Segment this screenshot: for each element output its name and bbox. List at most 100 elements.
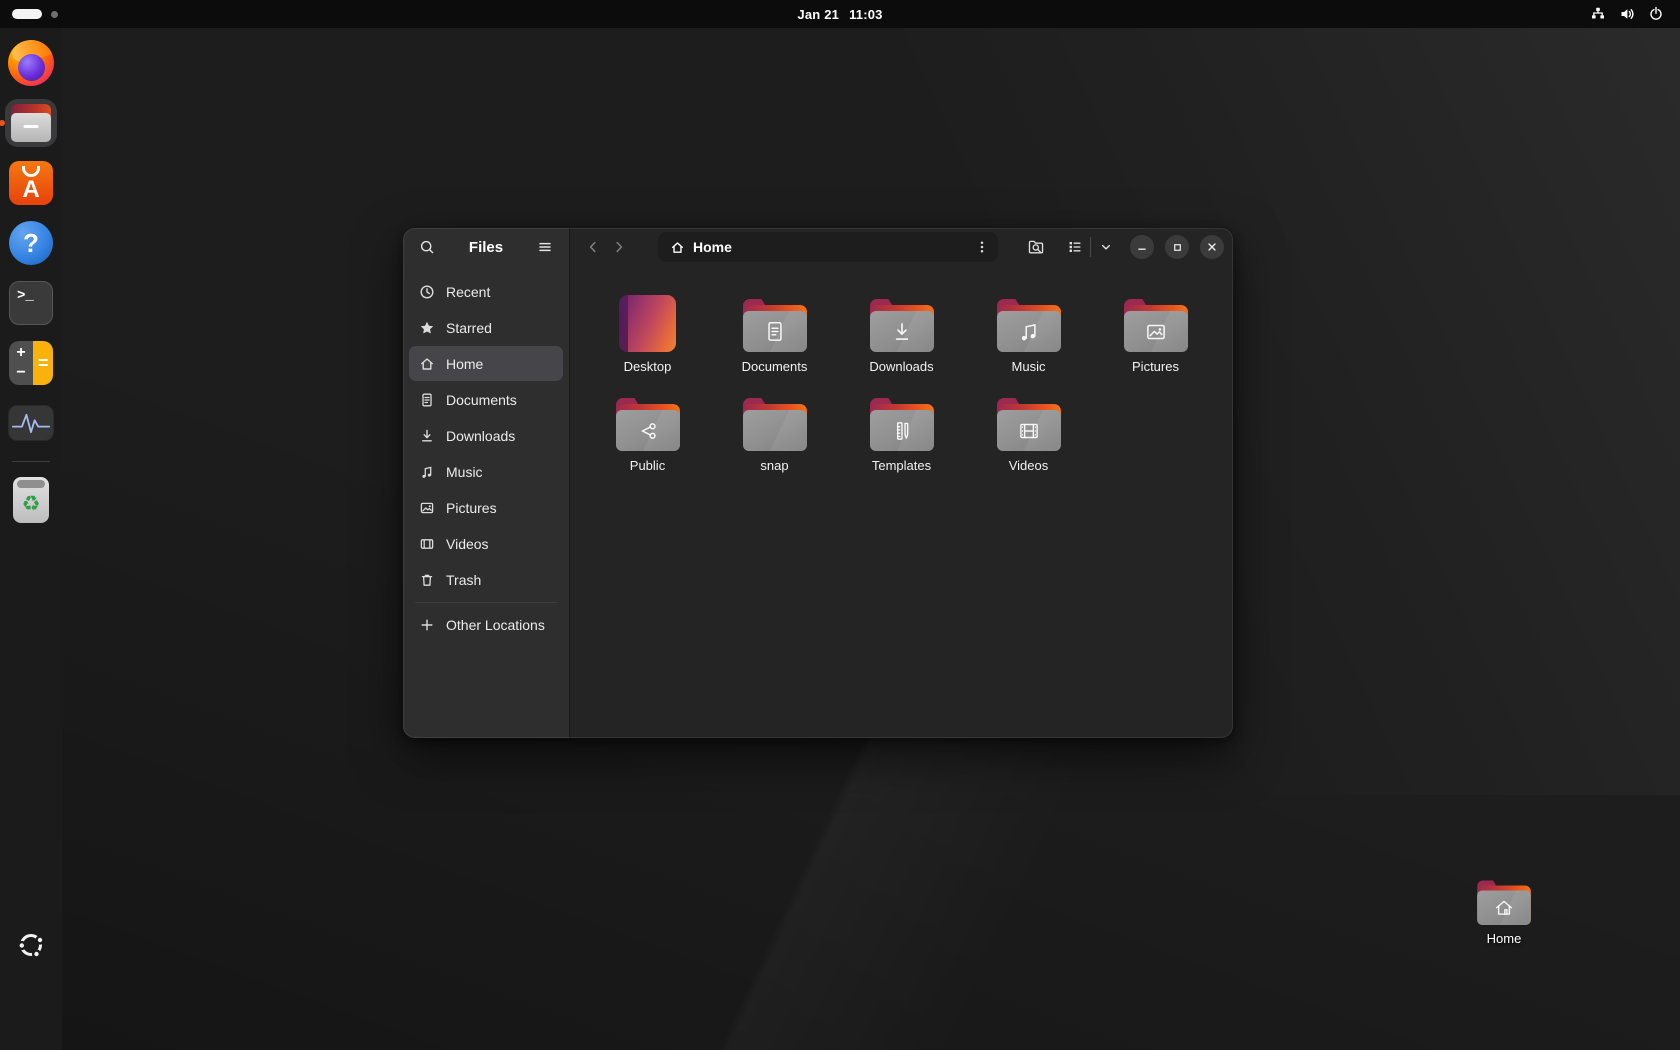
music-note-icon — [419, 464, 435, 480]
film-icon — [419, 536, 435, 552]
main-menu-button[interactable] — [533, 235, 557, 259]
sidebar-item-pictures[interactable]: Pictures — [409, 490, 563, 525]
sidebar-item-recent[interactable]: Recent — [409, 274, 563, 309]
dock-item-terminal[interactable]: >_ — [5, 279, 57, 327]
top-bar: Jan 21 11:03 — [0, 0, 1680, 28]
dock-item-firefox[interactable] — [5, 39, 57, 87]
dock-item-system-monitor[interactable] — [5, 399, 57, 447]
dock-item-trash[interactable]: ♻ — [5, 476, 57, 524]
folder-icon — [743, 398, 807, 451]
list-view-button[interactable] — [1062, 232, 1088, 262]
search-icon — [419, 239, 435, 255]
network-wired-icon — [1590, 6, 1606, 22]
chevron-down-icon — [1099, 240, 1113, 254]
forward-button[interactable] — [606, 234, 632, 260]
sidebar-item-downloads[interactable]: Downloads — [409, 418, 563, 453]
sidebar-item-documents[interactable]: Documents — [409, 382, 563, 417]
sidebar-item-music[interactable]: Music — [409, 454, 563, 489]
sidebar-item-videos[interactable]: Videos — [409, 526, 563, 561]
dock: A ? >_ +− = — [0, 28, 62, 1050]
path-label: Home — [693, 239, 732, 255]
star-icon — [419, 320, 435, 336]
folder-item-snap[interactable]: snap — [711, 395, 838, 480]
kebab-menu-icon — [974, 239, 990, 255]
desktop-shortcut-home[interactable]: Home — [1444, 872, 1564, 946]
workspace-indicator[interactable] — [12, 9, 58, 19]
folder-item-documents[interactable]: Documents — [711, 296, 838, 381]
plus-icon — [419, 617, 435, 633]
clock-time: 11:03 — [849, 7, 883, 22]
sidebar-item-other-locations[interactable]: Other Locations — [409, 607, 563, 642]
toolbar: Home — [570, 228, 1233, 266]
folder-item-templates[interactable]: Templates — [838, 395, 965, 480]
folder-item-music[interactable]: Music — [965, 296, 1092, 381]
search-folder-button[interactable] — [1020, 232, 1052, 262]
folder-item-pictures[interactable]: Pictures — [1092, 296, 1219, 381]
search-button[interactable] — [415, 235, 439, 259]
workspace-inactive-dot — [51, 11, 58, 18]
help-question-icon: ? — [9, 221, 53, 265]
maximize-button[interactable] — [1165, 235, 1189, 259]
dock-item-calculator[interactable]: +− = — [5, 339, 57, 387]
folder-item-desktop[interactable]: Desktop — [584, 296, 711, 381]
minimize-icon — [1135, 240, 1149, 254]
close-icon — [1205, 240, 1219, 254]
system-status-area[interactable] — [1590, 6, 1680, 22]
folder-item-downloads[interactable]: Downloads — [838, 296, 965, 381]
hamburger-icon — [537, 239, 553, 255]
download-glyph-icon — [889, 319, 915, 345]
show-apps-button[interactable] — [7, 928, 55, 962]
terminal-prompt-icon: >_ — [9, 281, 53, 325]
document-glyph-icon — [762, 319, 788, 345]
workspace-active-pill — [12, 9, 42, 19]
dock-item-files[interactable] — [5, 99, 57, 147]
home-folder-icon — [1477, 880, 1531, 925]
folder-icon — [870, 398, 934, 451]
sidebar-separator — [415, 602, 557, 603]
folder-item-public[interactable]: Public — [584, 395, 711, 480]
home-icon — [670, 240, 685, 255]
path-menu-button[interactable] — [974, 239, 990, 255]
close-button[interactable] — [1200, 235, 1224, 259]
folder-icon — [997, 398, 1061, 451]
share-glyph-icon — [635, 418, 661, 444]
power-icon — [1648, 6, 1664, 22]
document-icon — [419, 392, 435, 408]
files-window: Files Recent — [403, 228, 1233, 738]
shortcut-label: Home — [1487, 931, 1522, 946]
folder-icon — [870, 299, 934, 352]
dock-item-app-center[interactable]: A — [5, 159, 57, 207]
sidebar-item-home[interactable]: Home — [409, 346, 563, 381]
waveform-icon — [8, 405, 54, 441]
running-indicator-dot — [0, 120, 5, 126]
sidebar-list: Recent Starred Home — [403, 266, 569, 598]
chevron-left-icon — [585, 239, 601, 255]
minimize-button[interactable] — [1130, 235, 1154, 259]
dock-item-help[interactable]: ? — [5, 219, 57, 267]
back-button[interactable] — [580, 234, 606, 260]
recycle-bin-icon: ♻ — [13, 477, 49, 523]
photo-glyph-icon — [1143, 319, 1169, 345]
sidebar-item-trash[interactable]: Trash — [409, 562, 563, 597]
path-bar[interactable]: Home — [658, 232, 998, 262]
clock-date: Jan 21 — [797, 7, 839, 22]
window-title: Files — [439, 239, 533, 256]
files-sidebar: Files Recent — [403, 228, 570, 738]
sidebar-header: Files — [403, 228, 569, 266]
folder-item-videos[interactable]: Videos — [965, 395, 1092, 480]
folder-icon — [997, 299, 1061, 352]
toolbar-right — [1020, 232, 1224, 262]
view-toggle-split-button — [1062, 232, 1119, 262]
sidebar-item-starred[interactable]: Starred — [409, 310, 563, 345]
folder-grid: Desktop Documents — [570, 266, 1233, 738]
music-glyph-icon — [1016, 319, 1042, 345]
files-main-pane: Home — [570, 228, 1233, 738]
desktop-screen: Jan 21 11:03 — [0, 0, 1680, 1050]
split-divider — [1090, 237, 1091, 257]
folder-icon — [616, 398, 680, 451]
picture-icon — [419, 500, 435, 516]
desktop-wallpaper: Files Recent — [62, 28, 1680, 1050]
clock-button[interactable]: Jan 21 11:03 — [797, 7, 882, 22]
folder-search-icon — [1027, 238, 1045, 256]
view-options-button[interactable] — [1093, 232, 1119, 262]
